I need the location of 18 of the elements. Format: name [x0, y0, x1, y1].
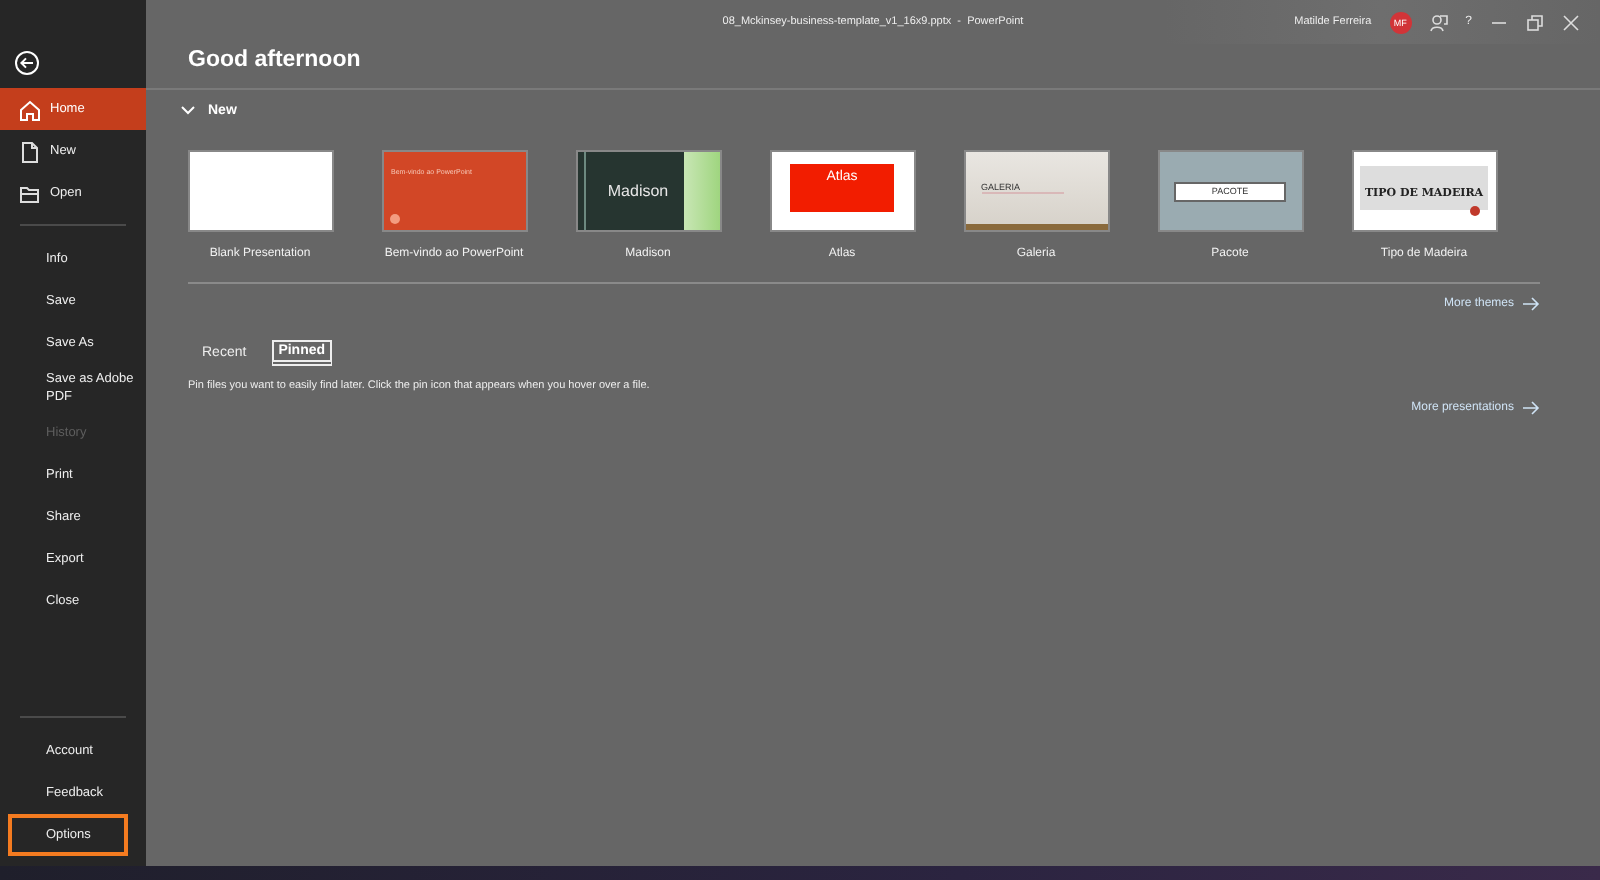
back-icon[interactable]	[14, 49, 40, 75]
accent-line	[583, 152, 585, 230]
thumbnail-title: Madison	[607, 182, 669, 200]
folder-icon	[18, 181, 42, 205]
wood-strip	[965, 224, 1107, 230]
document-icon	[18, 139, 42, 163]
coauthoring-icon[interactable]	[1429, 13, 1448, 31]
greeting-heading: Good afternoon	[188, 48, 363, 76]
close-icon[interactable]	[1562, 13, 1580, 31]
logo-icon	[389, 214, 399, 224]
chevron-icon[interactable]	[180, 102, 196, 118]
template-thumbnail[interactable]	[187, 150, 333, 232]
stamp-dot	[1469, 206, 1479, 216]
arrow-icon	[1522, 400, 1540, 416]
restore-icon[interactable]	[1526, 13, 1544, 31]
home-icon	[18, 97, 42, 121]
template-thumbnail[interactable]: Madison	[575, 150, 721, 232]
arrow-icon	[1522, 296, 1540, 312]
